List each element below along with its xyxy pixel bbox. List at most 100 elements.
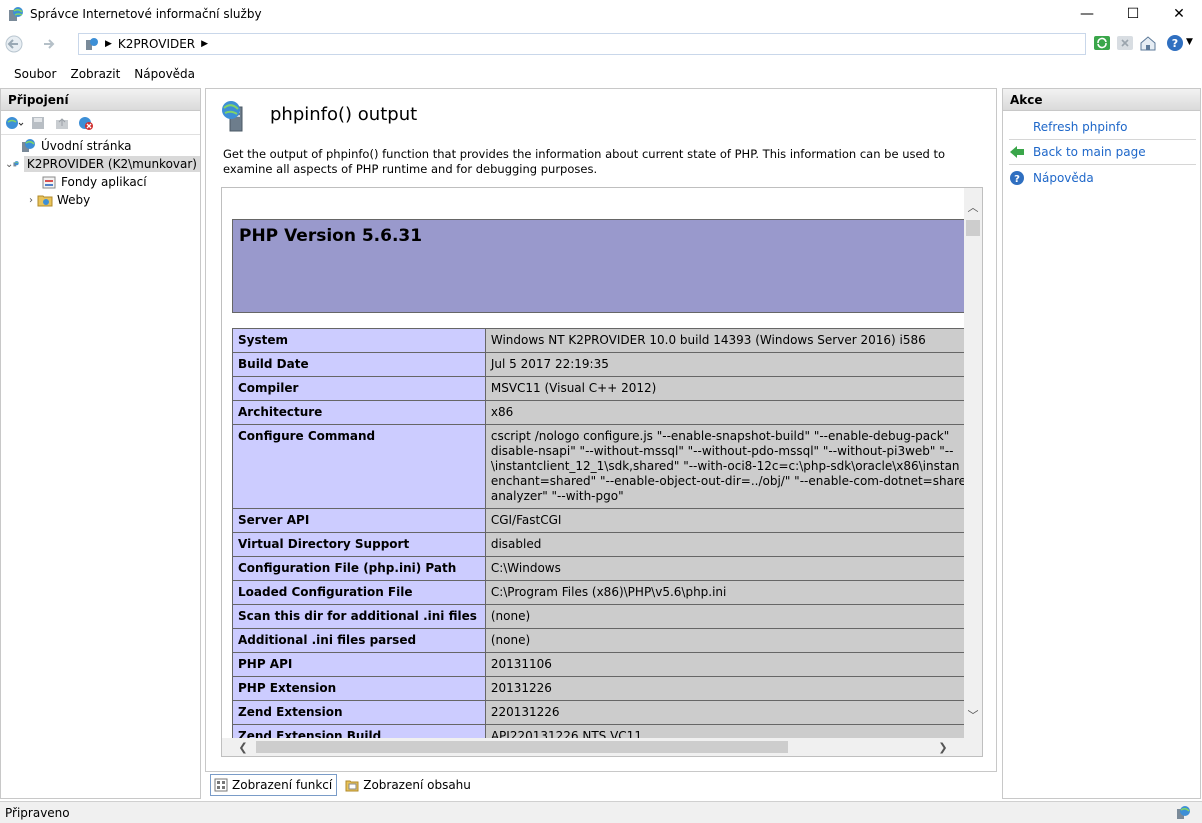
phpinfo-row: Zend Extension Build API220131226,NTS,VC1… <box>232 724 966 738</box>
save-button[interactable] <box>27 113 49 133</box>
tree-item-sites[interactable]: › Weby <box>1 191 200 209</box>
back-button[interactable] <box>2 33 26 55</box>
phpinfo-key: Zend Extension <box>232 700 486 725</box>
phpinfo-value: disabled <box>484 532 966 557</box>
back-arrow-icon <box>5 35 23 53</box>
action-back-to-main-page[interactable]: Back to main page <box>1009 140 1196 165</box>
action-refresh-phpinfo[interactable]: Refresh phpinfo <box>1009 115 1196 140</box>
phpinfo-value: CGI/FastCGI <box>484 508 966 533</box>
phpinfo-row: Architecture x86 <box>232 400 966 425</box>
actions-header: Akce <box>1003 89 1200 111</box>
connect-button[interactable] <box>3 113 25 133</box>
phpinfo-row: PHP Extension 20131226 <box>232 676 966 701</box>
phpinfo-table: System Windows NT K2PROVIDER 10.0 build 1… <box>232 328 966 738</box>
svg-text:?: ? <box>1172 37 1178 50</box>
connections-toolbar <box>1 111 200 135</box>
actions-panel: Akce Refresh phpinfo Back to main page ?… <box>1002 88 1201 799</box>
help-icon[interactable]: ? <box>1166 34 1184 52</box>
phpinfo-viewer[interactable]: PHP Version 5.6.31 System Windows NT K2PR… <box>221 187 983 757</box>
phpinfo-row: Loaded Configuration File C:\Program File… <box>232 580 966 605</box>
connections-header: Připojení <box>1 89 200 111</box>
action-help[interactable]: ? Nápověda <box>1009 165 1196 190</box>
phpinfo-key: PHP API <box>232 652 486 677</box>
phpinfo-content: PHP Version 5.6.31 System Windows NT K2PR… <box>222 188 966 738</box>
tree-item-app-pools[interactable]: Fondy aplikací <box>1 173 200 191</box>
php-server-icon <box>222 101 243 132</box>
menu-file[interactable]: Soubor <box>0 67 65 81</box>
stop-icon[interactable] <box>1116 34 1134 52</box>
phpinfo-value: cscript /nologo configure.js "--enable-s… <box>484 424 966 509</box>
phpinfo-value: C:\Program Files (x86)\PHP\v5.6\php.ini <box>484 580 966 605</box>
tab-content-view[interactable]: Zobrazení obsahu <box>341 774 476 796</box>
refresh-icon[interactable] <box>1093 34 1111 52</box>
minimize-button[interactable]: — <box>1064 0 1110 28</box>
phpinfo-value: (none) <box>484 628 966 653</box>
phpinfo-row: Compiler MSVC11 (Visual C++ 2012) <box>232 376 966 401</box>
menu-view[interactable]: Zobrazit <box>65 67 129 81</box>
phpinfo-key: PHP Extension <box>232 676 486 701</box>
server-icon <box>13 161 20 167</box>
menu-help[interactable]: Nápověda <box>129 67 204 81</box>
tab-label: Zobrazení funkcí <box>232 778 333 792</box>
actions-list: Refresh phpinfo Back to main page ? Nápo… <box>1003 111 1200 190</box>
scroll-up-icon[interactable]: ︿ <box>964 198 982 216</box>
help-dropdown-icon[interactable]: ▼ <box>1186 37 1193 47</box>
network-status-icon <box>1177 806 1190 819</box>
horizontal-scroll-thumb[interactable] <box>256 741 788 753</box>
page-description: Get the output of phpinfo() function tha… <box>223 147 946 176</box>
address-field[interactable]: ▶ K2PROVIDER ▶ <box>78 33 1086 55</box>
phpinfo-value: Windows NT K2PROVIDER 10.0 build 14393 (… <box>484 328 966 353</box>
close-button[interactable]: ✕ <box>1156 0 1202 28</box>
phpinfo-key: Additional .ini files parsed <box>232 628 486 653</box>
vertical-scrollbar[interactable]: ︿ ﹀ <box>964 188 982 738</box>
phpinfo-value: 20131106 <box>484 652 966 677</box>
window-title: Správce Internetové informační služby <box>30 7 262 21</box>
page-title: phpinfo() output <box>270 104 418 125</box>
phpinfo-row: Scan this dir for additional .ini files(… <box>232 604 966 629</box>
menu-bar: Soubor Zobrazit Nápověda <box>0 62 1202 86</box>
tree-item-start-page[interactable]: Úvodní stránka <box>1 137 200 155</box>
phpinfo-key: Server API <box>232 508 486 533</box>
svg-text:?: ? <box>1014 174 1020 185</box>
breadcrumb-k2provider[interactable]: K2PROVIDER <box>118 37 195 51</box>
scroll-left-icon[interactable]: ❮ <box>234 738 252 756</box>
phpinfo-row: Build Date Jul 5 2017 22:19:35 <box>232 352 966 377</box>
start-page-icon <box>22 139 35 152</box>
phpinfo-key: Architecture <box>232 400 486 425</box>
back-arrow-icon <box>1010 146 1024 158</box>
globe-connect-icon <box>6 116 24 129</box>
vertical-scroll-thumb[interactable] <box>966 220 980 236</box>
connections-tree: Úvodní stránka ⌄ K2PROVIDER (K2\munkovar… <box>1 135 200 209</box>
phpinfo-key: Zend Extension Build <box>232 724 486 738</box>
tab-label: Zobrazení obsahu <box>363 778 471 792</box>
chevron-right-icon[interactable]: ▶ <box>105 39 112 49</box>
expand-chevron-icon[interactable]: › <box>25 195 37 206</box>
disconnect-button[interactable] <box>75 113 97 133</box>
action-label: Back to main page <box>1033 145 1146 159</box>
tree-item-server[interactable]: ⌄ K2PROVIDER (K2\munkovar) <box>1 155 200 173</box>
phpinfo-key: Compiler <box>232 376 486 401</box>
collapse-chevron-icon[interactable]: ⌄ <box>5 159 13 170</box>
forward-button[interactable] <box>36 33 60 55</box>
phpinfo-key: Build Date <box>232 352 486 377</box>
phpinfo-key: Virtual Directory Support <box>232 532 486 557</box>
iis-globe-icon <box>9 7 23 21</box>
feature-panel: phpinfo() output Get the output of phpin… <box>205 88 997 772</box>
up-button[interactable] <box>51 113 73 133</box>
help-icon: ? <box>1010 170 1024 185</box>
action-label: Nápověda <box>1033 170 1094 185</box>
sites-folder-icon <box>37 195 53 207</box>
phpinfo-row: PHP API 20131106 <box>232 652 966 677</box>
status-bar: Připraveno <box>0 801 1202 823</box>
chevron-right-icon[interactable]: ▶ <box>201 39 208 49</box>
home-icon[interactable] <box>1139 34 1157 52</box>
scroll-down-icon[interactable]: ﹀ <box>964 706 982 724</box>
scroll-right-icon[interactable]: ❯ <box>934 738 952 756</box>
phpinfo-key: Loaded Configuration File <box>232 580 486 605</box>
phpinfo-row: Virtual Directory Support disabled <box>232 532 966 557</box>
tab-features-view[interactable]: Zobrazení funkcí <box>210 774 338 796</box>
phpinfo-key: System <box>232 328 486 353</box>
horizontal-scrollbar[interactable]: ❮ ❯ <box>222 738 966 756</box>
phpinfo-value: 220131226 <box>484 700 966 725</box>
maximize-button[interactable]: ☐ <box>1110 0 1156 28</box>
